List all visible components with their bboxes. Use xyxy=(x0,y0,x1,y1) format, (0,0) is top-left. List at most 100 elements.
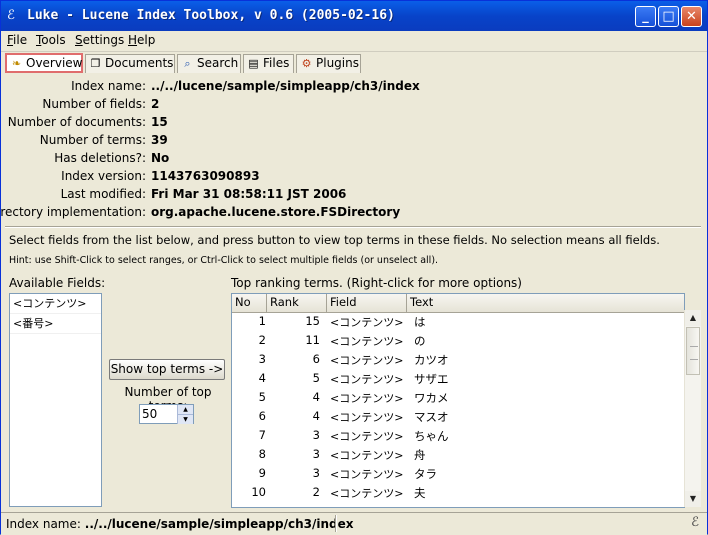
table-row[interactable]: 8 3 <コンテンツ> 舟 xyxy=(232,445,669,464)
cell-no: 5 xyxy=(258,390,266,404)
show-top-terms-button[interactable]: Show top terms -> xyxy=(109,359,225,380)
table-row[interactable]: 10 2 <コンテンツ> 夫 xyxy=(232,483,669,502)
top-terms-table[interactable]: No Rank Field Text 1 15 <コンテンツ> は 2 11 <コンテンツ>… xyxy=(231,293,685,508)
cell-no: 2 xyxy=(258,333,266,347)
table-row[interactable]: 9 3 <コンテンツ> タラ xyxy=(232,464,669,483)
col-header-no[interactable]: No xyxy=(232,294,267,312)
cell-text: マスオ xyxy=(414,410,449,424)
cell-field: <コンテンツ> xyxy=(330,411,404,424)
num-fields-label: Number of fields: xyxy=(42,97,146,111)
status-bar: Index name: ../../lucene/sample/simpleap… xyxy=(1,512,707,535)
cell-field: <コンテンツ> xyxy=(330,487,404,500)
cell-field: <コンテンツ> xyxy=(330,373,404,386)
table-scrollbar[interactable]: ▲ ▼ xyxy=(684,310,701,507)
table-row[interactable]: 4 5 <コンテンツ> サザエ xyxy=(232,369,669,388)
table-row[interactable]: 1 15 <コンテンツ> は xyxy=(232,312,669,331)
spin-up-icon[interactable]: ▲ xyxy=(177,405,193,414)
spin-down-icon[interactable]: ▼ xyxy=(177,414,193,424)
scroll-thumb[interactable] xyxy=(686,327,700,375)
close-icon: ✕ xyxy=(686,9,697,24)
scroll-up-icon[interactable]: ▲ xyxy=(685,310,701,326)
title-bar[interactable]: ℰ Luke - Lucene Index Toolbox, v 0.6 (20… xyxy=(1,1,707,31)
cell-rank: 15 xyxy=(305,314,320,328)
app-window: ℰ Luke - Lucene Index Toolbox, v 0.6 (20… xyxy=(0,0,708,535)
table-header: No Rank Field Text xyxy=(232,294,684,313)
overview-icon: ❧ xyxy=(11,57,22,70)
cell-field: <コンテンツ> xyxy=(330,468,404,481)
cell-rank: 6 xyxy=(312,352,320,366)
scroll-down-icon[interactable]: ▼ xyxy=(685,491,701,507)
cell-text: ちゃん xyxy=(414,429,449,443)
top-terms-label: Top ranking terms. (Right-click for more… xyxy=(231,276,522,290)
tab-plugins[interactable]: ⚙ Plugins xyxy=(296,54,361,73)
cell-no: 3 xyxy=(258,352,266,366)
window-title: Luke - Lucene Index Toolbox, v 0.6 (2005… xyxy=(27,8,395,23)
num-fields-value: 2 xyxy=(151,97,160,111)
num-terms-label: Number of terms: xyxy=(39,133,146,147)
available-fields-list[interactable]: <コンテンツ> <番号> xyxy=(9,293,102,507)
cell-text: 夫 xyxy=(414,486,426,500)
field-item[interactable]: <コンテンツ> xyxy=(10,294,101,314)
minimize-icon: _ xyxy=(642,9,649,24)
col-header-rank[interactable]: Rank xyxy=(267,294,358,312)
cell-rank: 4 xyxy=(312,390,320,404)
minimize-button[interactable]: _ xyxy=(635,6,656,27)
menu-settings[interactable]: Settings xyxy=(75,33,124,47)
num-top-terms-spinner[interactable]: 50 ▲ ▼ xyxy=(139,404,194,424)
luke-app-icon: ℰ xyxy=(7,8,15,23)
tab-files[interactable]: ▤ Files xyxy=(243,54,294,73)
cell-no: 6 xyxy=(258,409,266,423)
cell-rank: 3 xyxy=(312,466,320,480)
num-docs-label: Number of documents: xyxy=(7,115,146,129)
cell-no: 10 xyxy=(251,485,266,499)
available-fields-label: Available Fields: xyxy=(9,276,106,290)
cell-text: タラ xyxy=(414,467,437,481)
cell-text: 舟 xyxy=(414,448,426,462)
num-terms-value: 39 xyxy=(151,133,168,147)
close-button[interactable]: ✕ xyxy=(681,6,702,27)
tab-search[interactable]: ⌕ Search xyxy=(177,54,241,73)
table-body: 1 15 <コンテンツ> は 2 11 <コンテンツ> の 3 6 <コンテンツ> カツオ 4 5 <コンテ… xyxy=(232,312,669,507)
cell-field: <コンテンツ> xyxy=(330,449,404,462)
col-header-text[interactable]: Text xyxy=(407,294,684,312)
table-row[interactable]: 3 6 <コンテンツ> カツオ xyxy=(232,350,669,369)
last-modified-value: Fri Mar 31 08:58:11 JST 2006 xyxy=(151,187,347,201)
index-name-value: ../../lucene/sample/simpleapp/ch3/index xyxy=(151,79,420,93)
menu-file[interactable]: File xyxy=(7,33,27,47)
status-text: Index name: ../../lucene/sample/simpleap… xyxy=(6,517,354,531)
tab-documents[interactable]: ❐ Documents xyxy=(85,54,175,73)
instructions-text: Select fields from the list below, and p… xyxy=(9,233,660,247)
num-top-terms-value[interactable]: 50 xyxy=(142,407,157,421)
maximize-icon: □ xyxy=(662,9,675,24)
tab-overview[interactable]: ❧ Overview xyxy=(5,53,83,73)
cell-no: 7 xyxy=(258,428,266,442)
cell-text: は xyxy=(414,315,426,329)
cell-rank: 5 xyxy=(312,371,320,385)
last-modified-label: Last modified: xyxy=(60,187,146,201)
num-docs-value: 15 xyxy=(151,115,168,129)
files-icon: ▤ xyxy=(248,57,259,70)
cell-rank: 2 xyxy=(312,485,320,499)
hint-text: Hint: use Shift-Click to select ranges, … xyxy=(9,255,439,266)
cell-rank: 11 xyxy=(305,333,320,347)
cell-field: <コンテンツ> xyxy=(330,316,404,329)
table-row[interactable]: 6 4 <コンテンツ> マスオ xyxy=(232,407,669,426)
table-row[interactable]: 7 3 <コンテンツ> ちゃん xyxy=(232,426,669,445)
cell-text: の xyxy=(414,334,426,348)
maximize-button[interactable]: □ xyxy=(658,6,679,27)
index-version-value: 1143763090893 xyxy=(151,169,260,183)
field-item[interactable]: <番号> xyxy=(10,314,101,334)
cell-no: 9 xyxy=(258,466,266,480)
search-icon: ⌕ xyxy=(184,57,191,70)
dir-impl-value: org.apache.lucene.store.FSDirectory xyxy=(151,205,401,219)
index-name-label: Index name: xyxy=(71,79,146,93)
menu-help[interactable]: Help xyxy=(128,33,155,47)
menu-tools[interactable]: Tools xyxy=(36,33,66,47)
table-row[interactable]: 5 4 <コンテンツ> ワカメ xyxy=(232,388,669,407)
cell-rank: 4 xyxy=(312,409,320,423)
table-row[interactable]: 2 11 <コンテンツ> の xyxy=(232,331,669,350)
cell-no: 1 xyxy=(258,314,266,328)
col-header-field[interactable]: Field xyxy=(327,294,407,312)
cell-no: 8 xyxy=(258,447,266,461)
plugins-icon: ⚙ xyxy=(301,57,312,70)
